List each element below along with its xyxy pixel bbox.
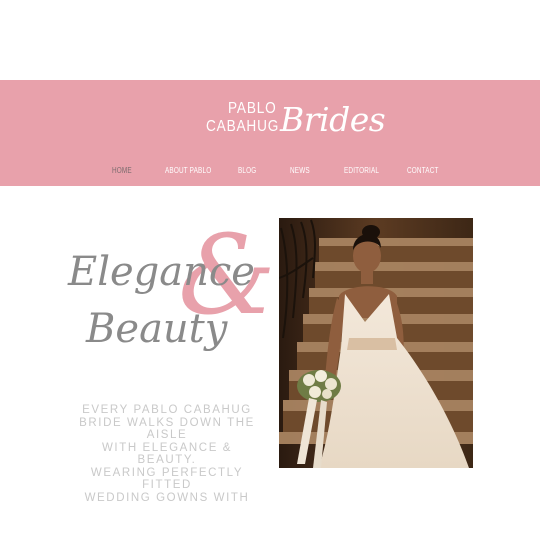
nav-item-contact[interactable]: CONTACT [407, 163, 439, 179]
blurb-line: WEARING PERFECTLY FITTED [90, 466, 244, 492]
hero-word-beauty: Beauty [86, 306, 228, 352]
bride-photo [279, 218, 473, 468]
nav-item-editorial[interactable]: EDITORIAL [344, 163, 379, 179]
hero-word-elegance: Elegance [68, 249, 255, 295]
main-nav: HOME ABOUT PABLO BLOG NEWS EDITORIAL CON… [0, 163, 540, 179]
bride-photo-illustration [279, 218, 473, 468]
blurb-line: WITH ELEGANCE & BEAUTY. [101, 441, 233, 467]
blurb-line: EVERY PABLO CABAHUG [82, 404, 252, 416]
hero-blurb: EVERY PABLO CABAHUG BRIDE WALKS DOWN THE… [72, 404, 262, 504]
logo-first-name: PABLO [228, 100, 277, 117]
blurb-line: WEDDING GOWNS WITH [84, 491, 250, 504]
nav-item-blog[interactable]: BLOG [238, 163, 256, 179]
nav-item-home[interactable]: HOME [112, 163, 132, 179]
nav-item-about-pablo[interactable]: ABOUT PABLO [165, 163, 211, 179]
logo-last-name: CABAHUG [206, 118, 280, 135]
nav-item-news[interactable]: NEWS [290, 163, 310, 179]
logo-script-brides: Brides [280, 100, 386, 139]
site-logo[interactable]: PABLO CABAHUG Brides [203, 98, 386, 142]
blurb-line: BRIDE WALKS DOWN THE AISLE [79, 416, 255, 442]
